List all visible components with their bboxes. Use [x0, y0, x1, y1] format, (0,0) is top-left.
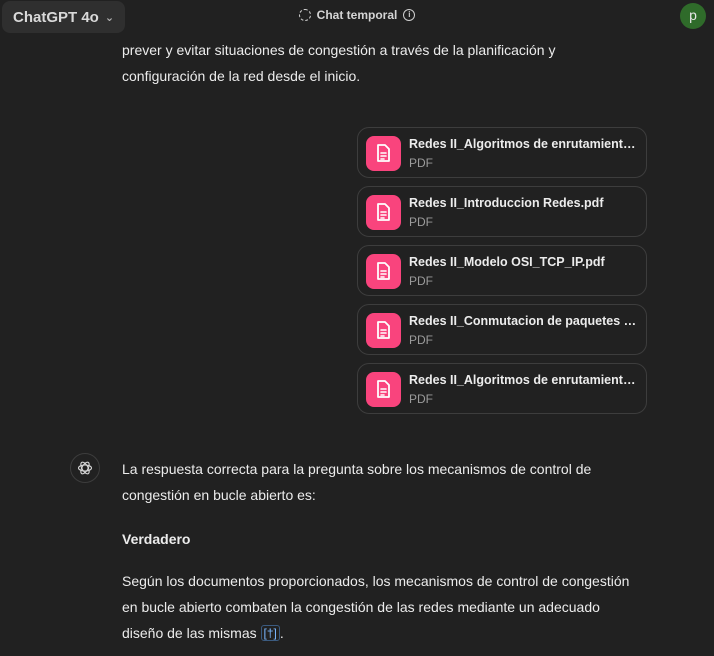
message-line: configuración de la red desde el inicio. — [122, 68, 361, 84]
temporary-chat-indicator: Chat temporal i — [0, 8, 714, 22]
attachment-card[interactable]: Redes II_Modelo OSI_TCP_IP.pdf PDF — [357, 245, 647, 296]
attachment-name: Redes II_Introduccion Redes.pdf — [409, 196, 604, 210]
attachment-name: Redes II_Algoritmos de enrutamiento_2.pd… — [409, 373, 641, 387]
document-icon — [366, 195, 401, 230]
message-line: prever y evitar situaciones de congestió… — [122, 42, 556, 58]
message-text: diseño de las mismas — [122, 625, 261, 641]
message-line: en bucle abierto combaten la congestión … — [122, 599, 600, 615]
user-attachments: Redes II_Algoritmos de enrutamiento.pdf … — [357, 127, 647, 422]
sentence-end: . — [279, 625, 284, 641]
attachment-name: Redes II_Conmutacion de paquetes y switc… — [409, 314, 641, 328]
temporary-chat-label: Chat temporal — [316, 8, 398, 22]
attachment-name: Redes II_Modelo OSI_TCP_IP.pdf — [409, 255, 605, 269]
previous-assistant-message-tail: prever y evitar situaciones de congestió… — [122, 37, 652, 89]
top-bar: ChatGPT 4o ⌄ Chat temporal i p — [0, 0, 714, 36]
attachment-card[interactable]: Redes II_Algoritmos de enrutamiento_2.pd… — [357, 363, 647, 414]
document-icon — [366, 313, 401, 348]
document-icon — [366, 136, 401, 171]
message-line: diseño de las mismas [†]. — [122, 620, 652, 646]
attachment-type: PDF — [409, 274, 433, 288]
attachment-name: Redes II_Algoritmos de enrutamiento.pdf — [409, 137, 641, 151]
attachment-card[interactable]: Redes II_Introduccion Redes.pdf PDF — [357, 186, 647, 237]
document-icon — [366, 254, 401, 289]
attachment-type: PDF — [409, 392, 433, 406]
document-icon — [366, 372, 401, 407]
assistant-avatar — [70, 453, 100, 483]
answer-verdict: Verdadero — [122, 531, 191, 547]
citation-link[interactable]: [†] — [260, 625, 280, 641]
assistant-answer-body: Según los documentos proporcionados, los… — [122, 568, 652, 646]
attachment-type: PDF — [409, 156, 433, 170]
user-avatar[interactable]: p — [680, 3, 706, 29]
message-line: congestión en bucle abierto es: — [122, 487, 316, 503]
info-icon[interactable]: i — [403, 9, 416, 21]
attachment-type: PDF — [409, 333, 433, 347]
assistant-answer-intro: La respuesta correcta para la pregunta s… — [122, 456, 652, 508]
message-line: Según los documentos proporcionados, los… — [122, 573, 630, 589]
attachment-type: PDF — [409, 215, 433, 229]
temporary-chat-icon — [298, 9, 311, 21]
attachment-card[interactable]: Redes II_Algoritmos de enrutamiento.pdf … — [357, 127, 647, 178]
openai-logo-icon — [77, 461, 93, 475]
message-line: La respuesta correcta para la pregunta s… — [122, 461, 592, 477]
attachment-card[interactable]: Redes II_Conmutacion de paquetes y switc… — [357, 304, 647, 355]
